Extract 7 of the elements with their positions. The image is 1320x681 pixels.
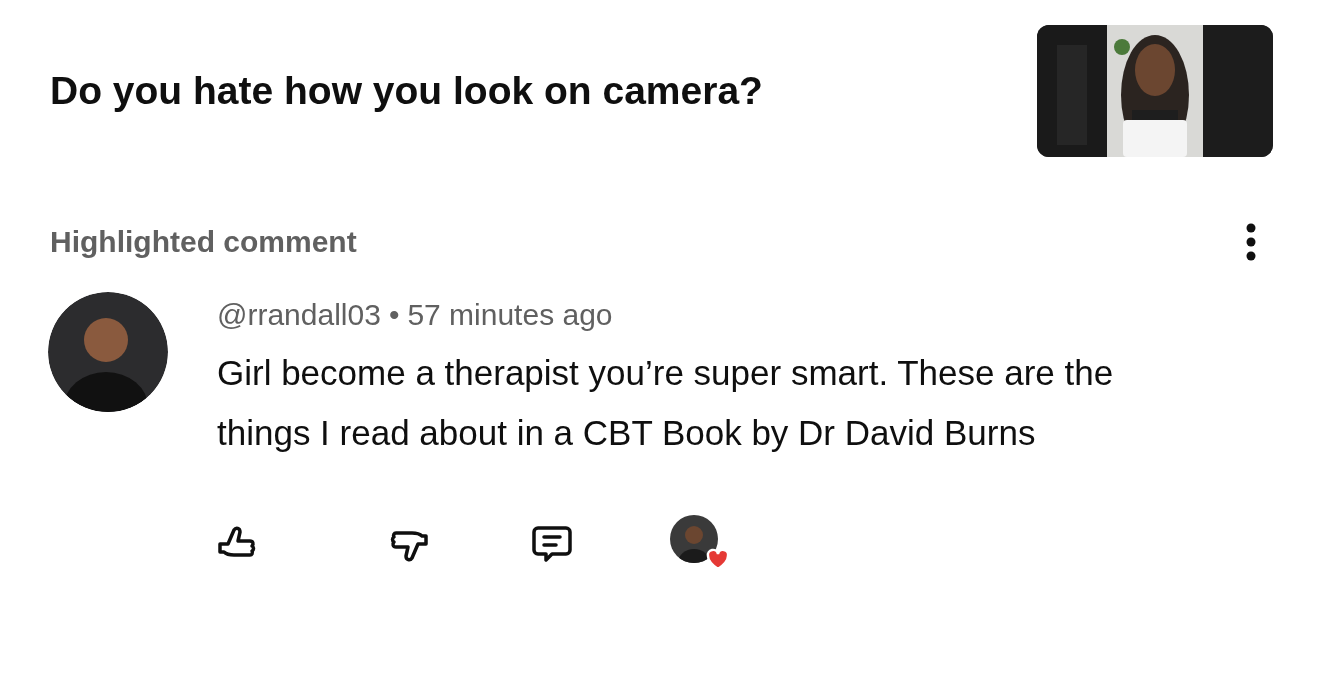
comment-author[interactable]: @rrandall03 bbox=[217, 292, 381, 337]
separator-dot: • bbox=[388, 297, 400, 333]
section-label: Highlighted comment bbox=[50, 224, 357, 260]
more-options-button[interactable] bbox=[1245, 221, 1257, 262]
comment-text: Girl become a therapist you’re super smart. These are the things I read about in a CBT Book by Dr David Burns bbox=[217, 352, 1115, 454]
comment-time: 57 minutes ago bbox=[407, 297, 613, 333]
video-title: Do you hate how you look on camera? bbox=[50, 67, 763, 114]
